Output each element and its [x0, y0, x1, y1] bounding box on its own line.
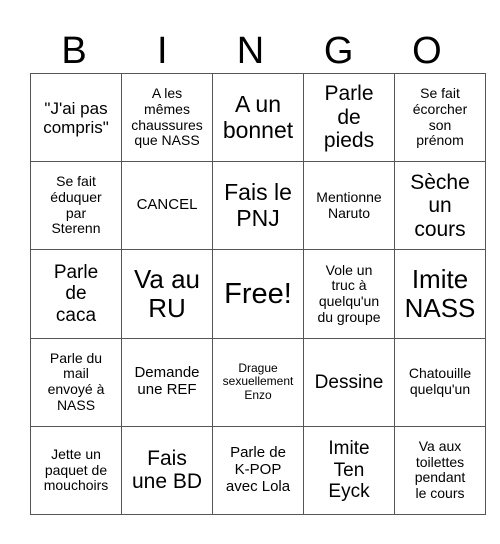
bingo-cell[interactable]: Parle de pieds [303, 72, 395, 163]
bingo-cell[interactable]: Fais une BD [121, 425, 213, 516]
cell-text: Se fait écorcher son prénom [412, 85, 468, 149]
bingo-row: "J'ai pas compris" A les mêmes chaussure… [30, 72, 486, 163]
bingo-row: Se fait éduquer par Sterenn CANCEL Fais … [30, 161, 486, 251]
bingo-row: Parle de caca Va au RU Free! Vole un tru… [30, 249, 486, 339]
cell-text: Sèche un cours [410, 170, 470, 241]
bingo-cell[interactable]: Sèche un cours [394, 161, 486, 251]
bingo-cell[interactable]: "J'ai pas compris" [30, 72, 122, 163]
bingo-cell[interactable]: Imite NASS [394, 249, 486, 339]
bingo-cell[interactable]: Parle de caca [30, 249, 122, 339]
bingo-cell[interactable]: Va au RU [121, 249, 213, 339]
cell-text: Dessine [314, 371, 384, 393]
cell-text: Chatouille quelqu'un [408, 365, 472, 398]
bingo-cell[interactable]: A les mêmes chaussures que NASS [121, 72, 213, 163]
header-letter-i: I [157, 30, 168, 72]
header-letter-b: B [61, 30, 87, 72]
cell-text: Parle de K-POP avec Lola [225, 444, 291, 495]
bingo-header: B I N G O [30, 30, 471, 73]
cell-text: Va au RU [133, 263, 200, 323]
cell-text: Imite NASS [404, 263, 476, 323]
cell-text: Drague sexuellement Enzo [222, 361, 294, 402]
bingo-cell[interactable]: Se fait écorcher son prénom [394, 72, 486, 163]
cell-text: Fais une BD [131, 446, 203, 494]
bingo-cell[interactable]: Parle de K-POP avec Lola [212, 425, 304, 516]
bingo-cell[interactable]: Se fait éduquer par Sterenn [30, 161, 122, 251]
bingo-cell[interactable]: Va aux toilettes pendant le cours [394, 425, 486, 516]
bingo-cell[interactable]: Dessine [303, 337, 395, 427]
bingo-cell[interactable]: Imite Ten Eyck [303, 425, 395, 516]
bingo-cell[interactable]: Parle du mail envoyé à NASS [30, 337, 122, 427]
cell-text: Va aux toilettes pendant le cours [414, 438, 466, 502]
bingo-cell[interactable]: CANCEL [121, 161, 213, 251]
cell-text: "J'ai pas compris" [43, 98, 109, 137]
cell-text: Parle de caca [53, 262, 99, 326]
bingo-cell[interactable]: Demande une REF [121, 337, 213, 427]
cell-text: Free! [224, 277, 292, 310]
cell-text: A un bonnet [222, 90, 294, 143]
cell-text: Se fait éduquer par Sterenn [50, 173, 102, 237]
bingo-card: "J'ai pas compris" A les mêmes chaussure… [30, 72, 486, 516]
bingo-cell[interactable]: Chatouille quelqu'un [394, 337, 486, 427]
cell-text: Vole un truc à quelqu'un du groupe [317, 261, 381, 325]
cell-text: Parle de pieds [323, 82, 375, 153]
bingo-cell[interactable]: Mentionne Naruto [303, 161, 395, 251]
header-letter-g: G [323, 30, 354, 72]
cell-text: A les mêmes chaussures que NASS [131, 85, 203, 149]
bingo-cell[interactable]: Drague sexuellement Enzo [212, 337, 304, 427]
cell-text: Demande une REF [134, 364, 200, 399]
bingo-row: Parle du mail envoyé à NASS Demande une … [30, 337, 486, 427]
cell-text: Jette un paquet de mouchoirs [43, 445, 109, 494]
bingo-row: Jette un paquet de mouchoirs Fais une BD… [30, 425, 486, 516]
cell-text: Fais le PNJ [224, 179, 292, 231]
bingo-cell[interactable]: Vole un truc à quelqu'un du groupe [303, 249, 395, 339]
free-space[interactable]: Free! [212, 249, 304, 339]
cell-text: Parle du mail envoyé à NASS [47, 349, 105, 413]
cell-text: Mentionne Naruto [316, 189, 382, 221]
header-letter-o: O [412, 30, 442, 72]
bingo-cell[interactable]: Jette un paquet de mouchoirs [30, 425, 122, 516]
bingo-cell[interactable]: A un bonnet [212, 72, 304, 163]
header-letter-n: N [236, 30, 265, 72]
cell-text: Imite Ten Eyck [328, 438, 370, 502]
bingo-cell[interactable]: Fais le PNJ [212, 161, 304, 251]
cell-text: CANCEL [136, 196, 198, 214]
